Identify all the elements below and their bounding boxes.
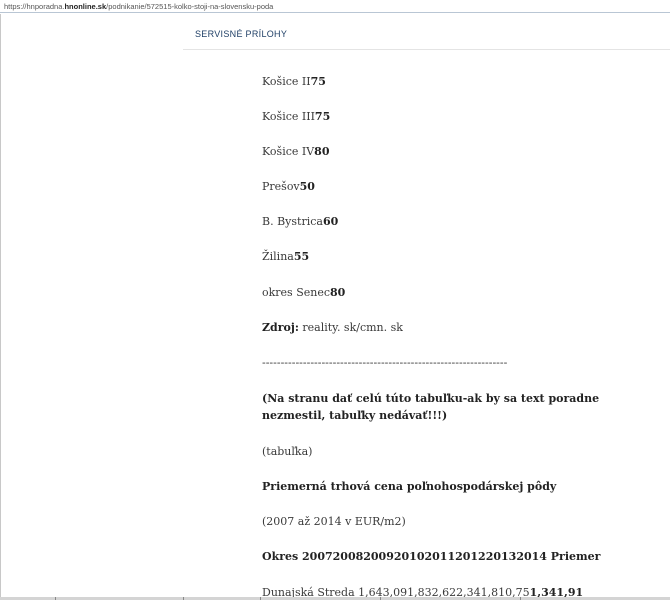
table-title: Priemerná trhová cena poľnohospodárskej …	[262, 480, 557, 493]
url-domain: hnonline.sk	[64, 2, 107, 11]
editor-note-line-1: (Na stranu dať celú túto tabuľku-ak by s…	[262, 392, 600, 405]
table-header: Okres 20072008200920102011201220132014 P…	[262, 550, 601, 563]
table-subtitle: (2007 až 2014 v EUR/m2)	[262, 515, 406, 528]
district-price: 75	[310, 75, 326, 88]
district-price: 80	[314, 145, 330, 158]
price-row: B. Bystrica60	[262, 215, 338, 228]
district-name: okres Senec	[262, 286, 330, 299]
table-marker: (tabuľka)	[262, 445, 313, 458]
price-row: Košice III75	[262, 110, 330, 123]
price-row: Košice IV80	[262, 145, 329, 158]
district-price: 75	[314, 110, 331, 123]
url-prefix: https://hnporadna.	[4, 2, 65, 11]
source-text: reality. sk/cmn. sk	[298, 321, 403, 334]
price-row: Prešov50	[262, 180, 315, 193]
address-bar[interactable]: https://hnporadna.hnonline.sk/podnikanie…	[0, 0, 670, 13]
district-name: B. Bystrica	[262, 215, 323, 228]
price-row: okres Senec80	[262, 286, 345, 299]
top-navigation: SERVISNÉ PRÍLOHY	[183, 15, 670, 50]
district-price: 80	[330, 286, 346, 299]
source-line: Zdroj: reality. sk/cmn. sk	[262, 321, 403, 334]
window-border	[0, 14, 1, 600]
district-name: Košice IV	[262, 145, 315, 158]
price-row: Žilina55	[262, 250, 309, 263]
url-path: /podnikanie/572515-kolko-stoji-na-sloven…	[106, 2, 274, 11]
editor-note-line-2: nezmestil, tabuľky nedávať!!!)	[262, 409, 448, 422]
price-row: Košice II75	[262, 75, 326, 88]
source-label: Zdroj:	[262, 321, 299, 334]
district-price: 50	[299, 180, 315, 193]
servisne-prilohy-link[interactable]: SERVISNÉ PRÍLOHY	[195, 29, 287, 39]
divider-line: ----------------------------------------…	[262, 356, 508, 369]
district-name: Košice III	[262, 110, 315, 123]
district-name: Košice II	[262, 75, 311, 88]
district-price: 55	[293, 250, 310, 263]
district-name: Žilina	[262, 250, 294, 263]
district-price: 60	[322, 215, 339, 228]
district-name: Prešov	[262, 180, 300, 193]
